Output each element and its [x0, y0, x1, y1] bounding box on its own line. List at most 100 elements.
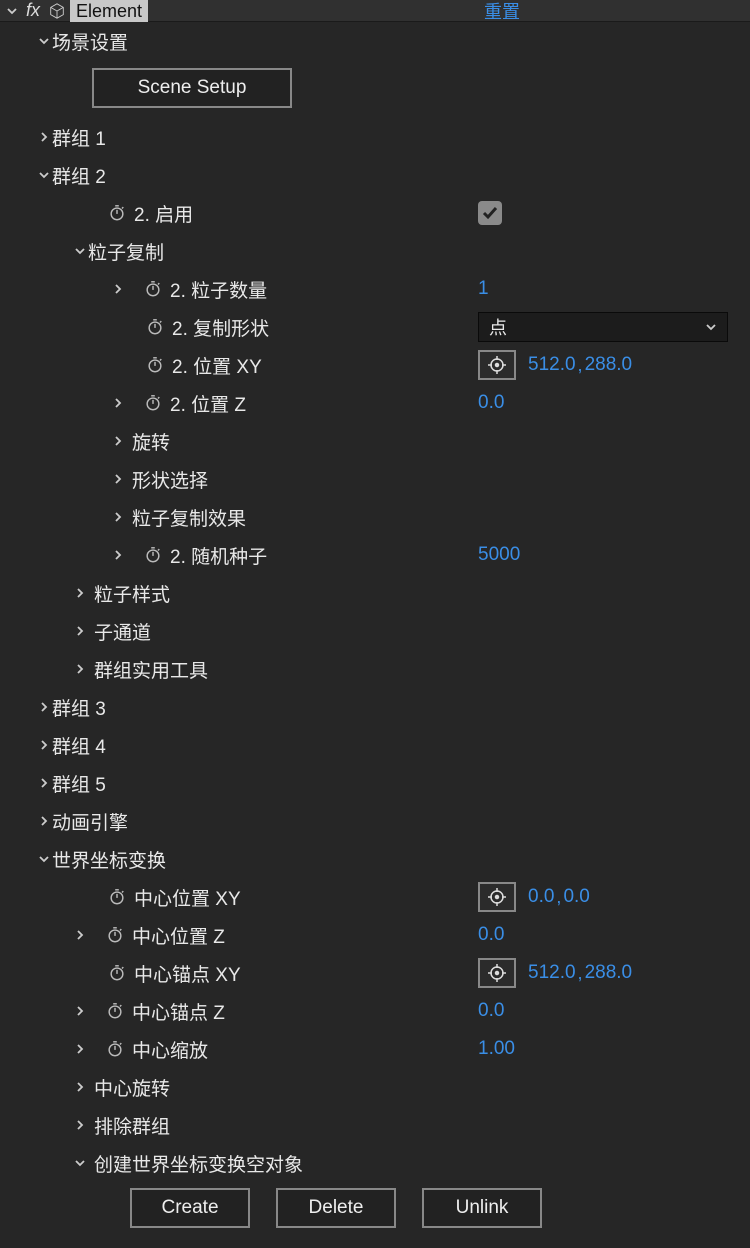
replicate-shape-dropdown[interactable]: 点 — [478, 312, 728, 342]
unlink-button[interactable]: Unlink — [422, 1188, 542, 1228]
chevron-down-icon — [36, 853, 52, 865]
section-center-rotation[interactable]: 中心旋转 — [0, 1068, 750, 1106]
fx-icon[interactable]: fx — [26, 0, 40, 21]
stopwatch-icon[interactable] — [104, 924, 126, 946]
center-anchor-x-value[interactable]: 512.0 — [528, 962, 576, 984]
center-anchor-y-value[interactable]: 288.0 — [585, 962, 633, 984]
replicate-shape-label: 2. 复制形状 — [172, 314, 269, 341]
chevron-right-icon[interactable] — [110, 397, 126, 409]
section-particle-style[interactable]: 粒子样式 — [0, 574, 750, 612]
position-target-button[interactable] — [478, 350, 516, 380]
section-rotation[interactable]: 旋转 — [0, 422, 750, 460]
chevron-right-icon — [36, 131, 52, 143]
center-scale-value[interactable]: 1.00 — [478, 1038, 515, 1060]
center-pos-y-value[interactable]: 0.0 — [563, 886, 589, 908]
center-pos-target-button[interactable] — [478, 882, 516, 912]
center-pos-z-value[interactable]: 0.0 — [478, 924, 504, 946]
center-pos-x-value[interactable]: 0.0 — [528, 886, 554, 908]
stopwatch-icon[interactable] — [106, 202, 128, 224]
stopwatch-icon[interactable] — [104, 1000, 126, 1022]
section-group5[interactable]: 群组 5 — [0, 764, 750, 802]
center-anchor-xy-label: 中心锚点 XY — [134, 960, 241, 987]
section-replicator-fx[interactable]: 粒子复制效果 — [0, 498, 750, 536]
chevron-right-icon — [72, 625, 88, 637]
rotation-label: 旋转 — [132, 428, 170, 455]
stopwatch-icon[interactable] — [104, 1038, 126, 1060]
chevron-right-icon — [72, 1081, 88, 1093]
stopwatch-icon[interactable] — [144, 354, 166, 376]
particle-style-label: 粒子样式 — [94, 580, 170, 607]
chevron-right-icon — [36, 777, 52, 789]
section-particle-replicator[interactable]: 粒子复制 — [0, 232, 750, 270]
section-create-null[interactable]: 创建世界坐标变换空对象 — [0, 1144, 750, 1182]
particle-replicator-label: 粒子复制 — [88, 238, 164, 265]
center-anchor-target-button[interactable] — [478, 958, 516, 988]
chevron-right-icon — [110, 435, 126, 447]
center-rotation-label: 中心旋转 — [94, 1074, 170, 1101]
chevron-right-icon — [110, 511, 126, 523]
chevron-down-icon — [72, 1157, 88, 1169]
chevron-right-icon[interactable] — [110, 549, 126, 561]
chevron-right-icon — [72, 1119, 88, 1131]
section-group3[interactable]: 群组 3 — [0, 688, 750, 726]
enable-label: 2. 启用 — [134, 200, 193, 227]
section-exclude-groups[interactable]: 排除群组 — [0, 1106, 750, 1144]
center-anchor-z-value[interactable]: 0.0 — [478, 1000, 504, 1022]
prop-center-pos-xy: 中心位置 XY 0.0 , 0.0 — [0, 878, 750, 916]
scene-settings-label: 场景设置 — [52, 28, 128, 55]
group-utilities-label: 群组实用工具 — [94, 656, 208, 683]
delete-button[interactable]: Delete — [276, 1188, 396, 1228]
aux-channel-label: 子通道 — [94, 618, 151, 645]
create-button[interactable]: Create — [130, 1188, 250, 1228]
position-z-value[interactable]: 0.0 — [478, 392, 504, 414]
collapse-effect-icon[interactable] — [4, 5, 20, 17]
scene-setup-button[interactable]: Scene Setup — [92, 68, 292, 108]
stopwatch-icon[interactable] — [106, 886, 128, 908]
chevron-right-icon[interactable] — [72, 1005, 88, 1017]
prop-replicate-shape: 2. 复制形状 点 — [0, 308, 750, 346]
center-pos-xy-label: 中心位置 XY — [134, 884, 241, 911]
chevron-right-icon — [110, 473, 126, 485]
prop-position-xy: 2. 位置 XY 512.0 , 288.0 — [0, 346, 750, 384]
create-null-label: 创建世界坐标变换空对象 — [94, 1150, 303, 1177]
chevron-right-icon[interactable] — [110, 283, 126, 295]
random-seed-value[interactable]: 5000 — [478, 544, 520, 566]
stopwatch-icon[interactable] — [142, 544, 164, 566]
chevron-right-icon[interactable] — [72, 1043, 88, 1055]
exclude-groups-label: 排除群组 — [94, 1112, 170, 1139]
section-anim-engine[interactable]: 动画引擎 — [0, 802, 750, 840]
position-x-value[interactable]: 512.0 — [528, 354, 576, 376]
stopwatch-icon[interactable] — [106, 962, 128, 984]
anim-engine-label: 动画引擎 — [52, 808, 128, 835]
chevron-right-icon — [36, 701, 52, 713]
center-scale-label: 中心缩放 — [132, 1036, 208, 1063]
section-group1[interactable]: 群组 1 — [0, 118, 750, 156]
reset-link[interactable]: 重置 — [484, 0, 520, 24]
particle-count-label: 2. 粒子数量 — [170, 276, 267, 303]
prop-particle-count: 2. 粒子数量 1 — [0, 270, 750, 308]
section-group4[interactable]: 群组 4 — [0, 726, 750, 764]
particle-count-value[interactable]: 1 — [478, 278, 489, 300]
position-y-value[interactable]: 288.0 — [585, 354, 633, 376]
section-scene-settings[interactable]: 场景设置 — [0, 22, 750, 60]
enable-checkbox[interactable] — [478, 201, 502, 225]
value-separator: , — [578, 355, 583, 376]
stopwatch-icon[interactable] — [142, 278, 164, 300]
chevron-right-icon — [72, 663, 88, 675]
position-z-label: 2. 位置 Z — [170, 390, 246, 417]
prop-center-scale: 中心缩放 1.00 — [0, 1030, 750, 1068]
center-anchor-z-label: 中心锚点 Z — [132, 998, 225, 1025]
chevron-right-icon[interactable] — [72, 929, 88, 941]
value-separator: , — [556, 887, 561, 908]
section-aux-channel[interactable]: 子通道 — [0, 612, 750, 650]
stopwatch-icon[interactable] — [142, 392, 164, 414]
section-group-utilities[interactable]: 群组实用工具 — [0, 650, 750, 688]
chevron-right-icon — [36, 815, 52, 827]
stopwatch-icon[interactable] — [144, 316, 166, 338]
section-shape-select[interactable]: 形状选择 — [0, 460, 750, 498]
effect-name[interactable]: Element — [70, 0, 148, 22]
section-world-transform[interactable]: 世界坐标变换 — [0, 840, 750, 878]
chevron-down-icon — [36, 35, 52, 47]
prop-random-seed: 2. 随机种子 5000 — [0, 536, 750, 574]
section-group2[interactable]: 群组 2 — [0, 156, 750, 194]
